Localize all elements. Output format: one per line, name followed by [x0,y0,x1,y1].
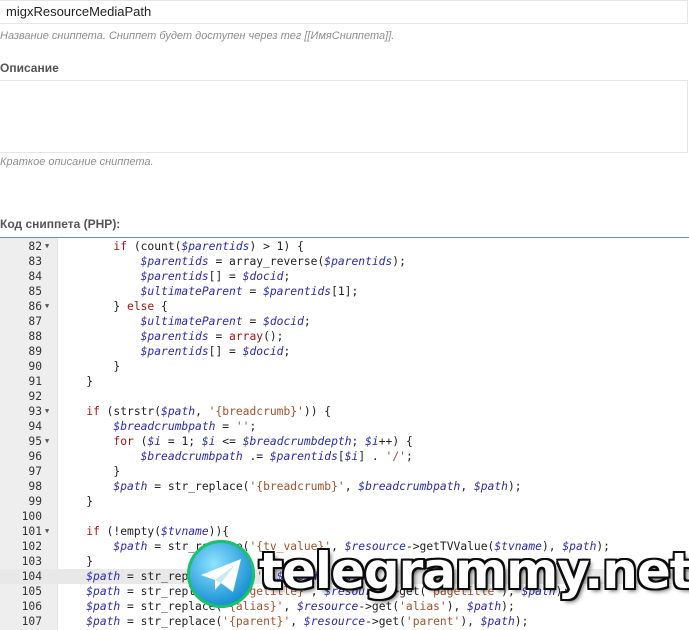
code-line[interactable]: 91 } [0,374,689,389]
line-number: 105 [21,585,42,598]
code-text: } else { [59,300,168,313]
line-number: 98 [28,480,42,493]
line-number: 104 [21,570,42,583]
code-text: if (count($parentids) > 1) { [113,240,304,253]
code-text: $path = str_replace('{breadcrumb}', $bre… [113,480,522,493]
description-textarea[interactable] [0,80,688,153]
fold-arrow-icon[interactable]: ▼ [45,239,49,254]
code-text: } [59,375,94,388]
code-line[interactable]: 101 ▼ if (!empty($tvname)){ [0,524,689,539]
code-line[interactable]: 88 $parentids = array(); [0,329,689,344]
line-number: 91 [28,375,42,388]
snippet-name-hint: Название сниппета. Сниппет будет доступе… [0,30,395,42]
line-number: 89 [28,345,42,358]
fold-arrow-icon[interactable]: ▼ [45,434,49,449]
code-line[interactable]: 90 } [0,359,689,374]
line-number: 85 [28,285,42,298]
code-text: $ultimateParent = $parentids[1]; [140,285,359,298]
telegram-paper-plane-icon [187,540,255,608]
code-line[interactable]: 93 ▼ if (strstr($path, '{breadcrumb}')) { [0,404,689,419]
fold-arrow-icon[interactable]: ▼ [45,404,49,419]
code-text: $breadcrumbpath = ''; [113,420,257,433]
code-label: Код сниппета (PHP): [0,217,121,231]
code-text: if (strstr($path, '{breadcrumb}')) { [86,405,332,418]
code-line[interactable]: 85 $ultimateParent = $parentids[1]; [0,284,689,299]
line-number: 90 [28,360,42,373]
code-line[interactable]: 84 $parentids[] = $docid; [0,269,689,284]
code-text: for ($i = 1; $i <= $breadcrumbdepth; $i+… [113,435,413,448]
line-number: 92 [28,390,42,403]
code-line[interactable]: 95 ▼ for ($i = 1; $i <= $breadcrumbdepth;… [0,434,689,449]
line-number: 100 [21,510,42,523]
code-line[interactable]: 82 ▼ if (count($parentids) > 1) { [0,239,689,254]
line-number: 88 [28,330,42,343]
line-number: 96 [28,450,42,463]
snippet-name-input[interactable]: migxResourceMediaPath [0,0,688,24]
line-number: 103 [21,555,42,568]
code-line[interactable]: 99 } [0,494,689,509]
code-line[interactable]: 107 $path = str_replace('{parent}', $res… [0,614,689,629]
line-number: 107 [21,615,42,628]
fold-arrow-icon[interactable]: ▼ [45,299,49,314]
line-number: 106 [21,600,42,613]
line-number: 101 [21,525,42,538]
line-number: 86 [28,300,42,313]
line-number: 94 [28,420,42,433]
code-text: } [59,495,94,508]
code-line[interactable]: 98 $path = str_replace('{breadcrumb}', $… [0,479,689,494]
code-text: $parentids = array_reverse($parentids); [140,255,406,268]
code-line[interactable]: 86 ▼ } else { [0,299,689,314]
line-number: 102 [21,540,42,553]
code-text: $breadcrumbpath .= $parentids[$i] . '/'; [140,450,413,463]
code-line[interactable]: 100 [0,509,689,524]
code-text: $path = str_replace('{parent}', $resourc… [86,615,529,628]
code-text: } [59,360,121,373]
code-text: $parentids = array(); [140,330,284,343]
code-text: } [59,465,121,478]
code-text: if (!empty($tvname)){ [86,525,230,538]
code-text: } [59,555,94,568]
line-number: 95 [28,435,42,448]
code-line[interactable]: 89 $parentids[] = $docid; [0,344,689,359]
line-number: 87 [28,315,42,328]
line-number: 97 [28,465,42,478]
code-line[interactable]: 94 $breadcrumbpath = ''; [0,419,689,434]
code-text: $parentids[] = $docid; [140,270,291,283]
description-hint: Краткое описание сниппета. [0,156,154,168]
description-label: Описание [0,61,59,75]
watermark: telegrammy.net [187,540,689,615]
line-number: 82 [28,240,42,253]
code-text: $parentids[] = $docid; [140,345,291,358]
code-line[interactable]: 87 $ultimateParent = $docid; [0,314,689,329]
line-number: 99 [28,495,42,508]
fold-arrow-icon[interactable]: ▼ [45,524,49,539]
code-line[interactable]: 83 $parentids = array_reverse($parentids… [0,254,689,269]
code-line[interactable]: 96 $breadcrumbpath .= $parentids[$i] . '… [0,449,689,464]
watermark-text: telegrammy.net [259,542,689,600]
code-text: $ultimateParent = $docid; [140,315,311,328]
code-line[interactable]: 97 } [0,464,689,479]
line-number: 93 [28,405,42,418]
line-number: 84 [28,270,42,283]
code-line[interactable]: 92 [0,389,689,404]
line-number: 83 [28,255,42,268]
